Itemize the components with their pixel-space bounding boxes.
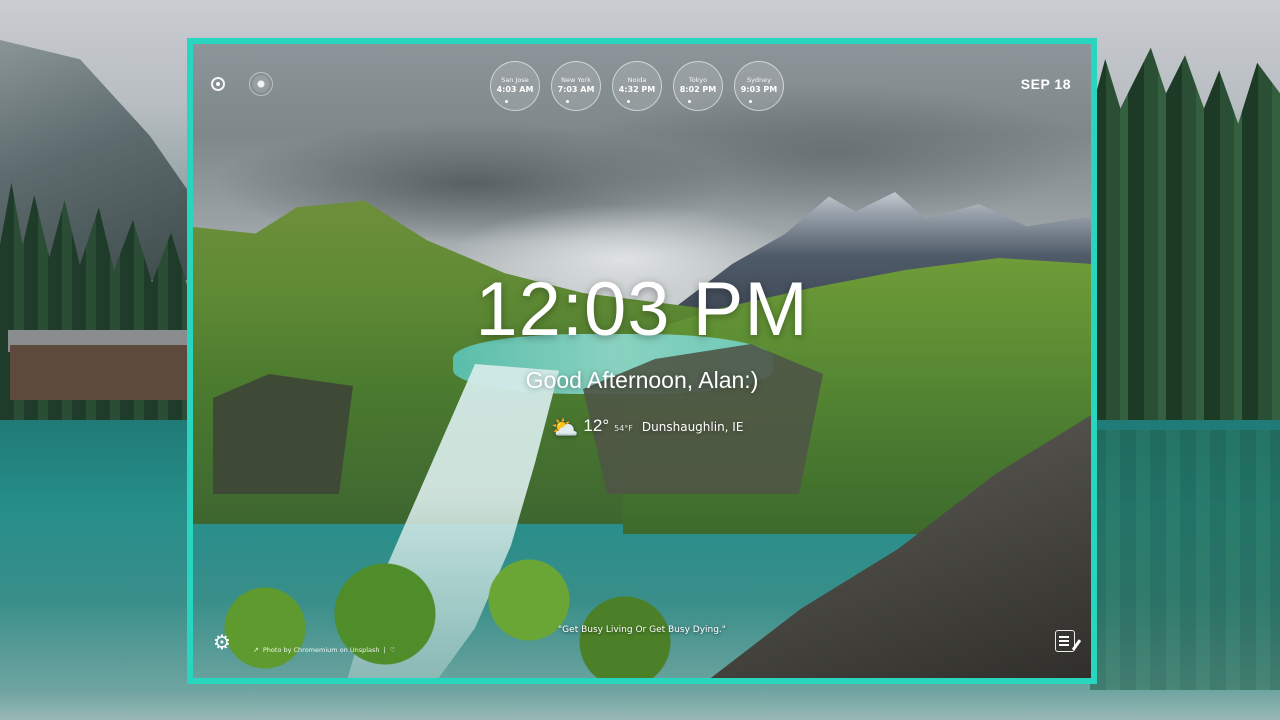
- weather-widget[interactable]: ⛅ 12° 54°F Dunshaughlin, IE: [551, 414, 744, 440]
- clock-indicator: [505, 100, 508, 103]
- top-left-controls: [211, 72, 273, 96]
- credit-separator: |: [383, 646, 386, 654]
- notes-icon[interactable]: [1055, 630, 1075, 652]
- heart-icon[interactable]: ♡: [390, 646, 396, 654]
- temperature-fahrenheit: 54°F: [614, 424, 633, 433]
- weather-location: Dunshaughlin, IE: [641, 420, 744, 434]
- newtab-frame: San Jose 4:03 AM New York 7:03 AM Noida …: [187, 38, 1097, 684]
- clock-city: Noida: [627, 76, 647, 84]
- clock-time: 4:32 PM: [618, 85, 656, 94]
- chrome-apps-icon[interactable]: [211, 77, 225, 91]
- focus-orb-icon[interactable]: [249, 72, 273, 96]
- clock-city: San Jose: [501, 76, 529, 84]
- photo-credit-text[interactable]: Photo by Chromemium on Unsplash: [263, 646, 380, 654]
- clock-time: 4:03 AM: [496, 85, 534, 94]
- clock-indicator: [688, 100, 691, 103]
- clock-city: New York: [561, 76, 591, 84]
- clock-time: 7:03 AM: [557, 85, 595, 94]
- world-clocks: San Jose 4:03 AM New York 7:03 AM Noida …: [490, 61, 784, 111]
- greeting-text[interactable]: Good Afternoon, Alan:): [193, 367, 1091, 394]
- clock-time: 9:03 PM: [740, 85, 778, 94]
- newtab-overlay: San Jose 4:03 AM New York 7:03 AM Noida …: [193, 44, 1091, 678]
- main-clock[interactable]: 12:03 PM: [193, 272, 1091, 348]
- clock-indicator: [749, 100, 752, 103]
- world-clock[interactable]: San Jose 4:03 AM: [490, 61, 540, 111]
- quote-text[interactable]: "Get Busy Living Or Get Busy Dying.": [193, 625, 1091, 635]
- world-clock[interactable]: Tokyo 8:02 PM: [673, 61, 723, 111]
- link-icon: ↗: [253, 646, 259, 654]
- world-clock[interactable]: Sydney 9:03 PM: [734, 61, 784, 111]
- backdrop-cabin: [10, 345, 190, 400]
- date-display: SEP 18: [1020, 76, 1071, 92]
- partly-cloudy-rain-icon: ⛅: [551, 416, 579, 441]
- clock-indicator: [566, 100, 569, 103]
- clock-time: 8:02 PM: [679, 85, 717, 94]
- backdrop-reflection: [1090, 430, 1280, 690]
- temperature-celsius: 12°: [583, 416, 610, 435]
- gear-icon[interactable]: ⚙: [213, 632, 233, 652]
- clock-city: Sydney: [746, 76, 772, 84]
- photo-credit: ↗ Photo by Chromemium on Unsplash | ♡: [253, 646, 396, 654]
- backdrop-trees-right: [1090, 47, 1280, 420]
- world-clock[interactable]: Noida 4:32 PM: [612, 61, 662, 111]
- world-clock[interactable]: New York 7:03 AM: [551, 61, 601, 111]
- clock-city: Tokyo: [688, 76, 708, 84]
- clock-indicator: [627, 100, 630, 103]
